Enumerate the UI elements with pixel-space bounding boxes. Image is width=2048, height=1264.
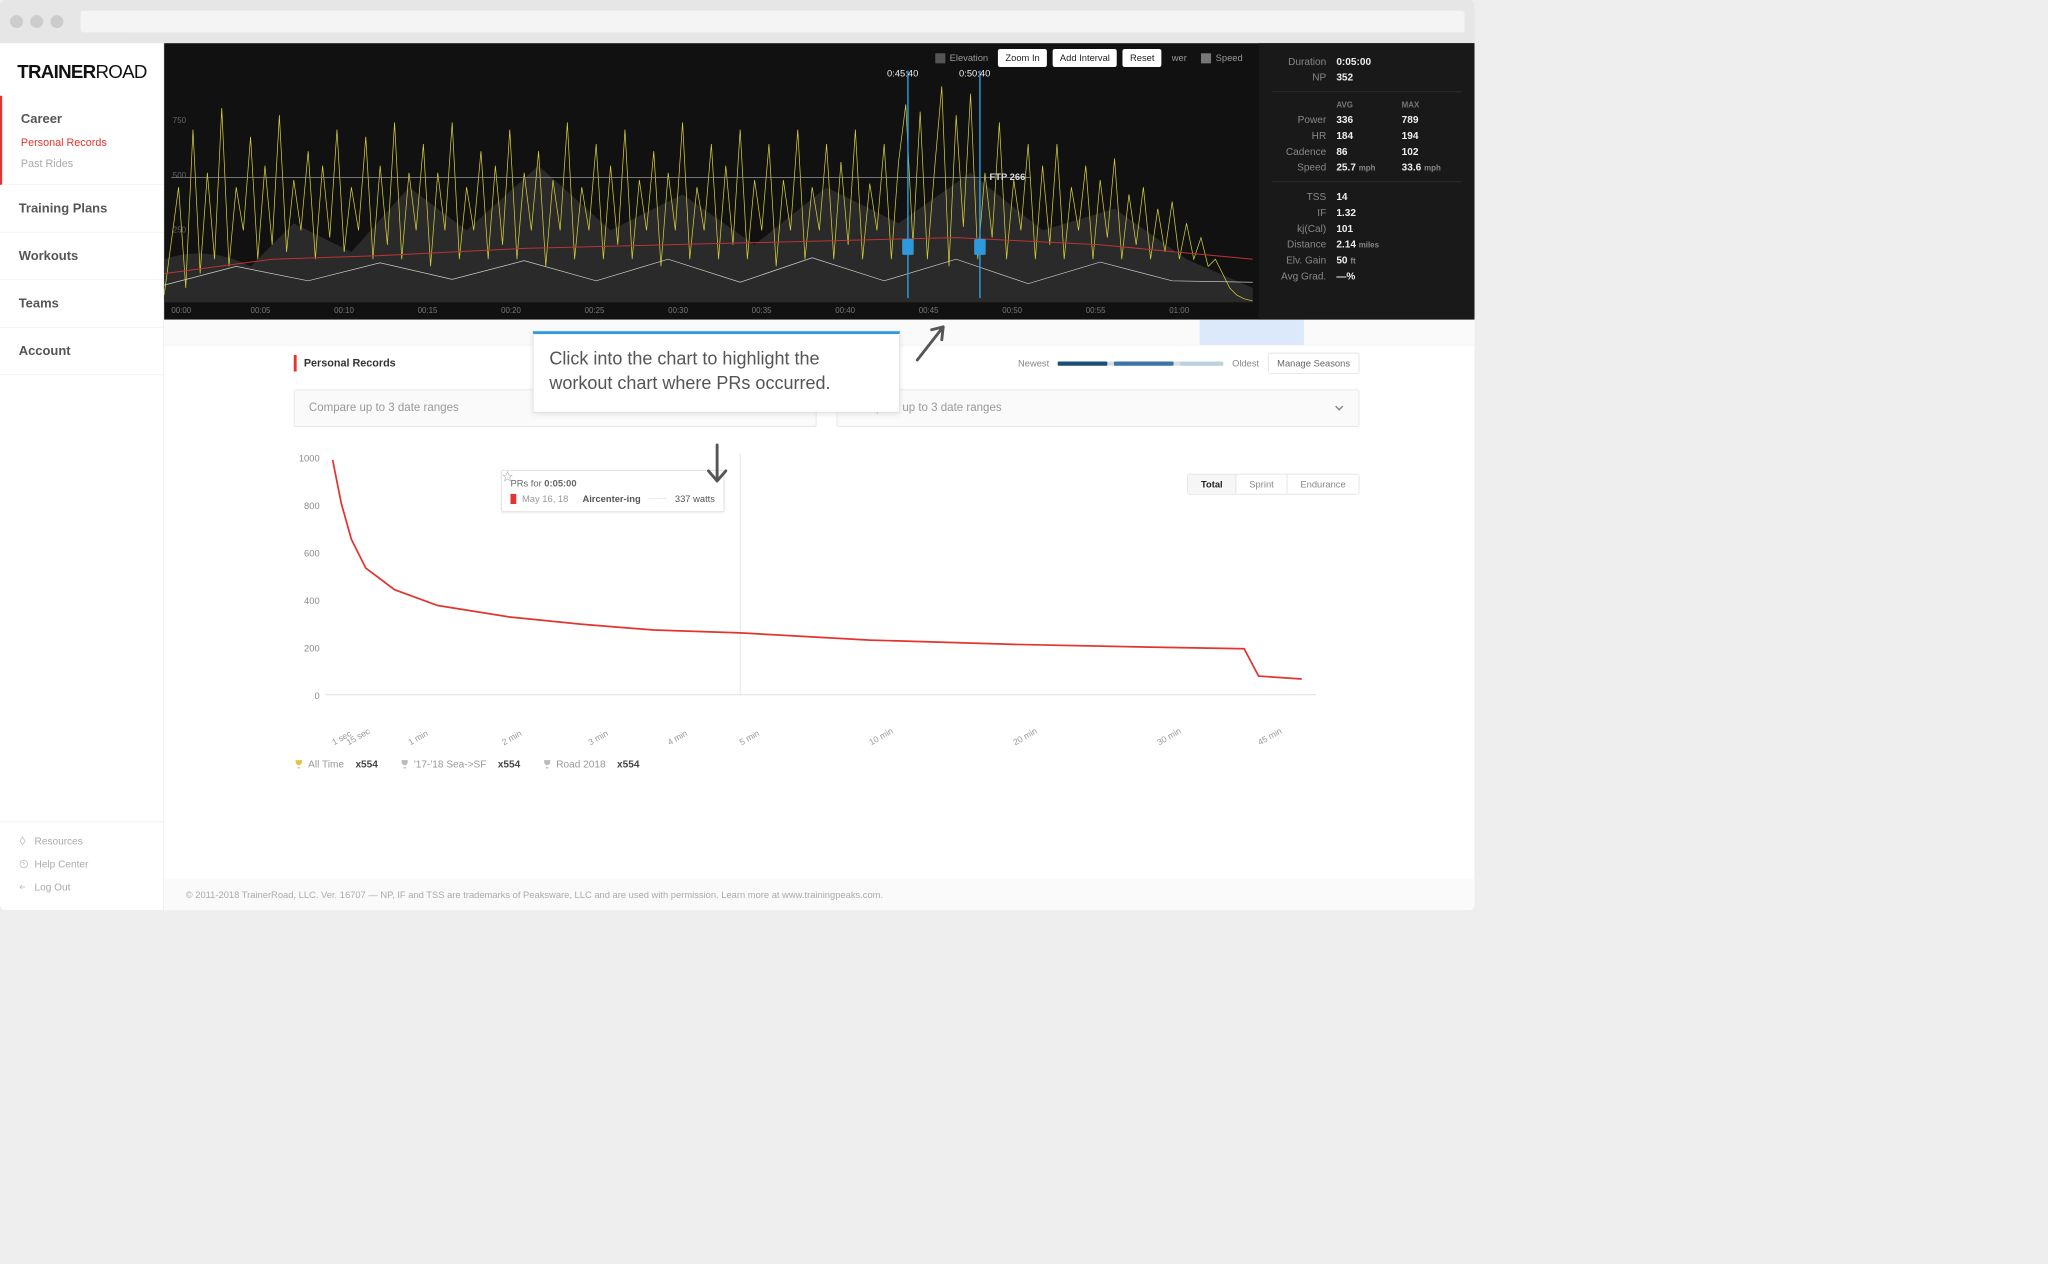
ytick: 500 <box>173 171 186 180</box>
zoom-in-button[interactable]: Zoom In <box>998 49 1047 67</box>
xtick: 00:50 <box>1002 307 1022 316</box>
window-dot <box>50 15 63 28</box>
manage-seasons-button[interactable]: Manage Seasons <box>1268 353 1360 374</box>
ftp-line <box>171 177 1031 178</box>
nav-teams[interactable]: Teams <box>0 290 163 317</box>
util-resources[interactable]: Resources <box>0 829 163 852</box>
stat-power-avg: 336 <box>1336 112 1401 128</box>
add-interval-button[interactable]: Add Interval <box>1053 49 1117 67</box>
address-bar[interactable] <box>81 11 1465 33</box>
window-dot <box>30 15 43 28</box>
season-bar[interactable] <box>1058 361 1224 365</box>
oldest-label: Oldest <box>1232 358 1259 369</box>
legend-power[interactable]: wer <box>1167 53 1191 64</box>
ride-toolbar: Elevation Zoom In Add Interval Reset wer… <box>931 49 1247 67</box>
sidebar: TRAINERROAD Career Personal Records Past… <box>0 43 164 910</box>
ytick: 250 <box>173 226 186 235</box>
ride-stats-panel: Duration0:05:00 NP352 AVGMAX Power336789… <box>1259 43 1475 319</box>
xtick: 00:55 <box>1086 307 1106 316</box>
nav-career[interactable]: Career <box>2 106 163 133</box>
nav-past-rides[interactable]: Past Rides <box>2 153 163 174</box>
logo: TRAINERROAD <box>0 43 163 96</box>
xtick: 00:05 <box>251 307 271 316</box>
interval-start-marker[interactable]: 0:45:40 <box>907 71 908 299</box>
xtick: 00:40 <box>835 307 855 316</box>
interval-end-marker[interactable]: 0:50:40 <box>979 71 980 299</box>
overview-selection[interactable] <box>1199 320 1304 345</box>
stat-hr-max: 194 <box>1402 127 1462 143</box>
ride-chart-panel: FTP 266 0:45:40 0:50:40 250 500 750 00:0… <box>164 43 1474 319</box>
pr-curve-chart[interactable]: 1000 800 600 400 200 0 1 sec 15 sec 1 mi… <box>294 438 1360 748</box>
ride-chart[interactable]: FTP 266 0:45:40 0:50:40 250 500 750 00:0… <box>164 43 1253 319</box>
footer-filters: All Time x554 '17-'18 Sea->SF x554 Road … <box>294 748 1360 777</box>
legend-elevation[interactable]: Elevation <box>931 53 993 64</box>
legend-speed[interactable]: Speed <box>1197 53 1247 64</box>
stat-dist: 2.14 miles <box>1336 236 1401 252</box>
arrow-to-pr-chart-icon <box>703 441 732 491</box>
ftp-label: FTP 266 <box>990 171 1026 182</box>
ytick: 750 <box>173 117 186 126</box>
util-logout[interactable]: Log Out <box>0 876 163 899</box>
nav-workouts[interactable]: Workouts <box>0 243 163 270</box>
stat-kj: 101 <box>1336 220 1401 236</box>
xtick: 00:15 <box>418 307 438 316</box>
xtick: 00:35 <box>752 307 772 316</box>
stat-power-max: 789 <box>1402 112 1462 128</box>
stat-hr-avg: 184 <box>1336 127 1401 143</box>
filter-all-time[interactable]: All Time x554 <box>294 758 378 770</box>
arrow-to-ride-chart-icon <box>910 317 953 367</box>
reset-button[interactable]: Reset <box>1123 49 1162 67</box>
window-dot <box>10 15 23 28</box>
stat-grad: —% <box>1336 268 1401 284</box>
stat-np: 352 <box>1336 69 1401 85</box>
stat-cad-max: 102 <box>1402 143 1462 159</box>
footer-copyright: © 2011-2018 TrainerRoad, LLC. Ver. 16707… <box>164 879 1474 910</box>
stat-duration: 0:05:00 <box>1336 53 1401 69</box>
stat-elv: 50 ft <box>1336 252 1401 268</box>
stat-if: 1.32 <box>1336 204 1401 220</box>
xtick: 01:00 <box>1169 307 1189 316</box>
util-help[interactable]: Help Center <box>0 852 163 875</box>
xtick: 00:25 <box>585 307 605 316</box>
stat-cad-avg: 86 <box>1336 143 1401 159</box>
filter-season-2[interactable]: Road 2018 x554 <box>542 758 640 770</box>
xtick: 00:30 <box>668 307 688 316</box>
compare-range-2[interactable]: Compare up to 3 date ranges <box>837 390 1360 427</box>
instruction-callout: Click into the chart to highlight the wo… <box>533 331 900 412</box>
nav-account[interactable]: Account <box>0 338 163 365</box>
stat-tss: 14 <box>1336 189 1401 205</box>
pr-tooltip: PRs for 0:05:00 May 16, 18 Aircenter-ing… <box>501 470 724 512</box>
nav-training-plans[interactable]: Training Plans <box>0 195 163 222</box>
xtick: 00:10 <box>334 307 354 316</box>
filter-season-1[interactable]: '17-'18 Sea->SF x554 <box>399 758 520 770</box>
chevron-down-icon <box>1334 403 1344 413</box>
newest-label: Newest <box>1018 358 1049 369</box>
stat-spd-avg: 25.7 mph <box>1336 159 1401 175</box>
pin-icon[interactable] <box>502 471 514 483</box>
xtick: 00:45 <box>919 307 939 316</box>
stat-spd-max: 33.6 mph <box>1402 159 1462 175</box>
nav-personal-records[interactable]: Personal Records <box>2 132 163 153</box>
browser-titlebar <box>0 0 1475 43</box>
xtick: 00:20 <box>501 307 521 316</box>
xtick: 00:00 <box>171 307 191 316</box>
section-title: Personal Records <box>294 355 403 372</box>
